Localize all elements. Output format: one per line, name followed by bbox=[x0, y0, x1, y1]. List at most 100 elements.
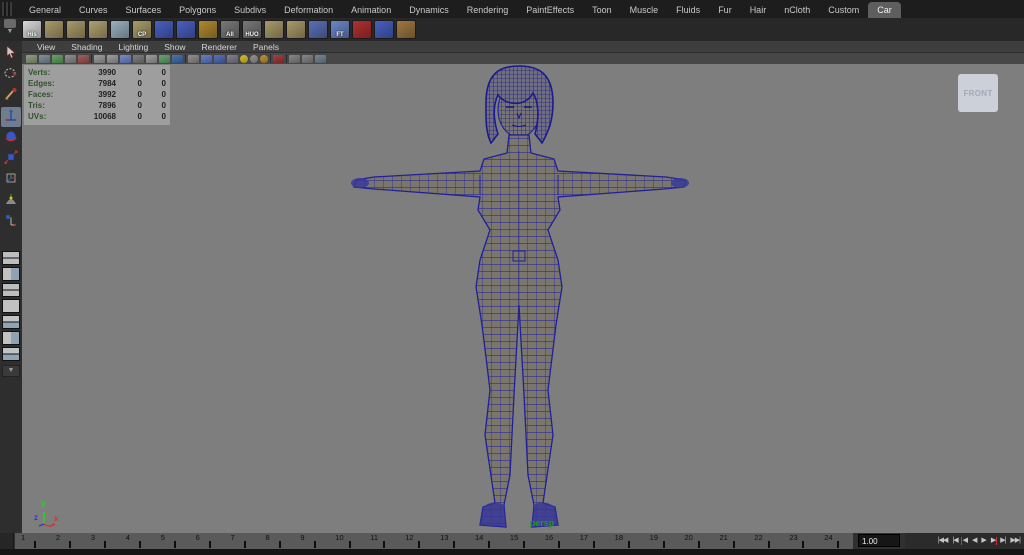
menu-item[interactable]: Deformation bbox=[275, 2, 342, 18]
frame-tick[interactable]: 22 bbox=[748, 533, 783, 549]
menu-item[interactable]: Surfaces bbox=[117, 2, 171, 18]
shelf-button[interactable] bbox=[198, 20, 218, 39]
panel-menu-item[interactable]: Show bbox=[157, 42, 192, 52]
scale-tool-button[interactable] bbox=[1, 149, 21, 169]
lasso-tool-button[interactable] bbox=[1, 65, 21, 85]
frame-tick[interactable]: 23 bbox=[783, 533, 818, 549]
frame-tick[interactable]: 16 bbox=[539, 533, 574, 549]
safe-title[interactable] bbox=[172, 55, 183, 63]
menu-item[interactable]: Curves bbox=[70, 2, 117, 18]
step-forward-frame[interactable]: ▶ bbox=[989, 534, 997, 548]
menu-item[interactable]: Rendering bbox=[458, 2, 518, 18]
menu-item[interactable]: nCloth bbox=[775, 2, 819, 18]
frame-tick[interactable]: 12 bbox=[399, 533, 434, 549]
shelf-button[interactable] bbox=[44, 20, 64, 39]
show-manipulator-button[interactable] bbox=[1, 212, 21, 232]
menu-item[interactable]: Toon bbox=[583, 2, 621, 18]
layout-four-pane-button[interactable] bbox=[2, 251, 20, 265]
menu-item[interactable]: Custom bbox=[819, 2, 868, 18]
rotate-tool-button[interactable] bbox=[1, 128, 21, 148]
select-tool-button[interactable] bbox=[1, 44, 21, 64]
image-plane[interactable] bbox=[65, 55, 76, 63]
shelf-button[interactable] bbox=[176, 20, 196, 39]
shelf-button[interactable]: All bbox=[220, 20, 240, 39]
menu-item[interactable]: Dynamics bbox=[400, 2, 458, 18]
textured[interactable] bbox=[214, 55, 225, 63]
layout-persp-graph-button[interactable] bbox=[2, 347, 20, 361]
universal-manipulator-button[interactable] bbox=[1, 170, 21, 190]
frame-tick[interactable]: 19 bbox=[644, 533, 679, 549]
panel-menu-item[interactable]: View bbox=[30, 42, 62, 52]
menu-item[interactable]: Hair bbox=[741, 2, 776, 18]
textured-light[interactable] bbox=[260, 55, 268, 63]
menu-item[interactable]: Subdivs bbox=[225, 2, 275, 18]
layout-three-pane-button[interactable] bbox=[2, 315, 20, 329]
film-gate[interactable] bbox=[107, 55, 118, 63]
frame-tick[interactable]: 6 bbox=[190, 533, 225, 549]
frame-tick[interactable]: 7 bbox=[225, 533, 260, 549]
shelf-tab-switcher[interactable]: ▼ bbox=[2, 19, 18, 39]
soft-modification-button[interactable] bbox=[1, 191, 21, 211]
frame-tick[interactable]: 5 bbox=[155, 533, 190, 549]
shelf-button[interactable] bbox=[110, 20, 130, 39]
shelf-button[interactable]: HUO bbox=[242, 20, 262, 39]
menu-item[interactable]: Fur bbox=[709, 2, 741, 18]
frame-tick[interactable]: 10 bbox=[329, 533, 364, 549]
isolate-select[interactable] bbox=[273, 55, 284, 63]
shelf-button[interactable]: CP bbox=[132, 20, 152, 39]
use-all-lights[interactable] bbox=[227, 55, 238, 63]
paint-select-tool-button[interactable] bbox=[1, 86, 21, 106]
menu-item[interactable]: Muscle bbox=[621, 2, 668, 18]
perspective-viewport[interactable]: Verts: 3990 0 0 Edges: 7984 0 0 Faces: 3… bbox=[22, 64, 1024, 533]
shelf-button[interactable] bbox=[66, 20, 86, 39]
layout-two-pane-button[interactable] bbox=[2, 267, 20, 281]
menu-item[interactable]: Polygons bbox=[170, 2, 225, 18]
shelf-button[interactable] bbox=[154, 20, 174, 39]
shelf-button[interactable]: His bbox=[22, 20, 42, 39]
move-tool-button[interactable] bbox=[1, 107, 21, 127]
shelf-button[interactable] bbox=[88, 20, 108, 39]
camera-attributes[interactable] bbox=[39, 55, 50, 63]
shelf-button[interactable] bbox=[308, 20, 328, 39]
shelf-button[interactable] bbox=[374, 20, 394, 39]
play-backwards[interactable]: ◀ bbox=[970, 534, 978, 548]
front-view-plate[interactable]: FRONT bbox=[958, 74, 998, 112]
shelf-button[interactable] bbox=[352, 20, 372, 39]
range-slider[interactable] bbox=[0, 549, 1024, 555]
wireframe[interactable] bbox=[188, 55, 199, 63]
menu-item[interactable]: PaintEffects bbox=[517, 2, 583, 18]
current-time-field[interactable]: 1.00 bbox=[858, 534, 900, 547]
frame-tick[interactable]: 8 bbox=[259, 533, 294, 549]
select-camera[interactable] bbox=[26, 55, 37, 63]
shelf-button[interactable] bbox=[286, 20, 306, 39]
panel-menu-item[interactable]: Panels bbox=[246, 42, 286, 52]
play-forwards[interactable]: ▶ bbox=[979, 534, 987, 548]
frame-tick[interactable]: 3 bbox=[85, 533, 120, 549]
frame-tick[interactable]: 13 bbox=[434, 533, 469, 549]
layout-menu-dropdown[interactable]: ▼ bbox=[2, 365, 20, 377]
layout-persp-outliner-button[interactable] bbox=[2, 331, 20, 345]
go-to-end[interactable]: ▶▶| bbox=[1008, 534, 1022, 548]
menu-item[interactable]: General bbox=[20, 2, 70, 18]
step-back-key[interactable]: |◀ bbox=[950, 534, 959, 548]
default-light[interactable] bbox=[240, 55, 248, 63]
frame-tick[interactable]: 21 bbox=[713, 533, 748, 549]
step-back-frame[interactable]: ◀ bbox=[961, 534, 969, 548]
frame-tick[interactable]: 24 bbox=[818, 533, 853, 549]
menu-item[interactable]: Fluids bbox=[667, 2, 709, 18]
frame-tick[interactable]: 9 bbox=[294, 533, 329, 549]
go-to-start[interactable]: |◀◀ bbox=[936, 534, 950, 548]
panel-menu-item[interactable]: Lighting bbox=[111, 42, 155, 52]
gate-mask[interactable] bbox=[133, 55, 144, 63]
step-forward-key[interactable]: ▶| bbox=[998, 534, 1007, 548]
backface-culling[interactable] bbox=[302, 55, 313, 63]
plugin-shading[interactable] bbox=[315, 55, 326, 63]
panel-menu-item[interactable]: Shading bbox=[64, 42, 109, 52]
shelf-button[interactable] bbox=[264, 20, 284, 39]
panel-menu-item[interactable]: Renderer bbox=[195, 42, 244, 52]
menu-item[interactable]: Car bbox=[868, 2, 901, 18]
layout-four-view-button[interactable] bbox=[2, 283, 20, 297]
menu-item[interactable]: Animation bbox=[342, 2, 400, 18]
menubar-grip[interactable] bbox=[2, 2, 12, 16]
frame-tick[interactable]: 17 bbox=[574, 533, 609, 549]
